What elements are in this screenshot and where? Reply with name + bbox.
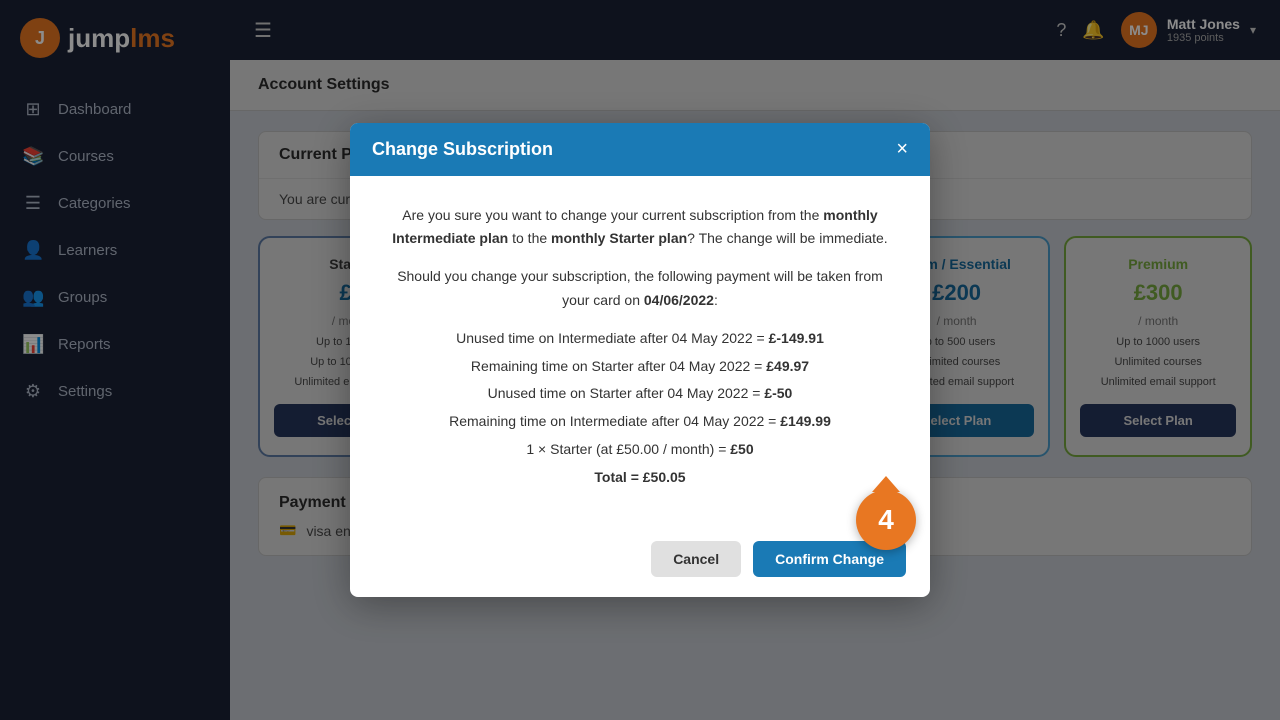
detail-line-1: Unused time on Intermediate after 04 May… (382, 327, 898, 351)
detail-line-3: Unused time on Starter after 04 May 2022… (382, 382, 898, 406)
detail-line-5: 1 × Starter (at £50.00 / month) = £50 (382, 438, 898, 462)
close-icon[interactable]: × (896, 139, 908, 159)
modal-title: Change Subscription (372, 139, 553, 160)
cancel-button[interactable]: Cancel (651, 541, 741, 577)
change-subscription-modal: Change Subscription × Are you sure you w… (350, 123, 930, 598)
detail-line-4: Remaining time on Intermediate after 04 … (382, 410, 898, 434)
modal-body: Are you sure you want to change your cur… (350, 176, 930, 526)
modal-details: Unused time on Intermediate after 04 May… (382, 327, 898, 490)
modal-description-1: Are you sure you want to change your cur… (382, 204, 898, 252)
step-badge: 4 (856, 490, 916, 550)
detail-total: Total = £50.05 (382, 466, 898, 490)
modal-description-2: Should you change your subscription, the… (382, 265, 898, 313)
detail-line-2: Remaining time on Starter after 04 May 2… (382, 355, 898, 379)
modal-header: Change Subscription × (350, 123, 930, 176)
modal-footer: Cancel Confirm Change (350, 525, 930, 597)
modal-overlay: Change Subscription × Are you sure you w… (0, 0, 1280, 720)
